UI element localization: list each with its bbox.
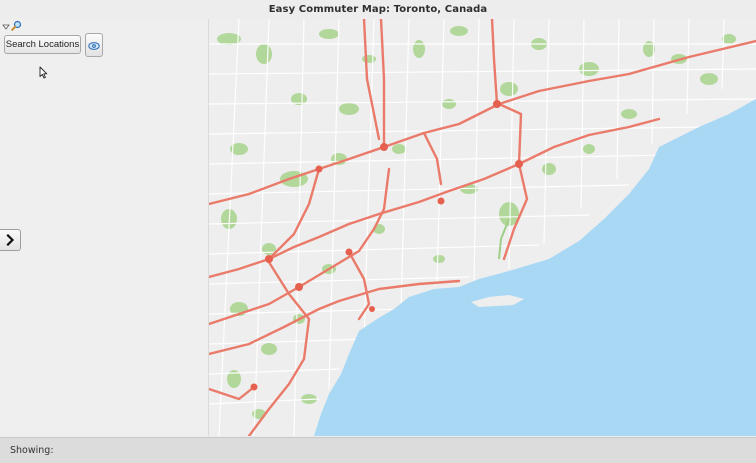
expand-panel-button[interactable] xyxy=(0,229,21,251)
magnifier-icon[interactable] xyxy=(11,16,22,35)
sidebar-panel xyxy=(0,19,209,436)
title-bar: Easy Commuter Map: Toronto, Canada xyxy=(0,0,756,20)
view-toggle-button[interactable] xyxy=(85,33,103,57)
showing-label: Showing: xyxy=(10,445,54,456)
map-view[interactable] xyxy=(209,19,756,436)
eye-icon xyxy=(88,36,100,55)
status-bar: Showing: xyxy=(0,437,756,463)
toolbar-icons xyxy=(2,20,22,31)
search-locations-button[interactable]: Search Locations xyxy=(4,35,81,54)
window-title: Easy Commuter Map: Toronto, Canada xyxy=(268,4,488,15)
triangle-down-icon[interactable] xyxy=(2,16,10,35)
mouse-cursor-icon xyxy=(39,64,48,83)
map-canvas[interactable] xyxy=(209,19,756,436)
chevron-right-icon xyxy=(5,231,15,250)
